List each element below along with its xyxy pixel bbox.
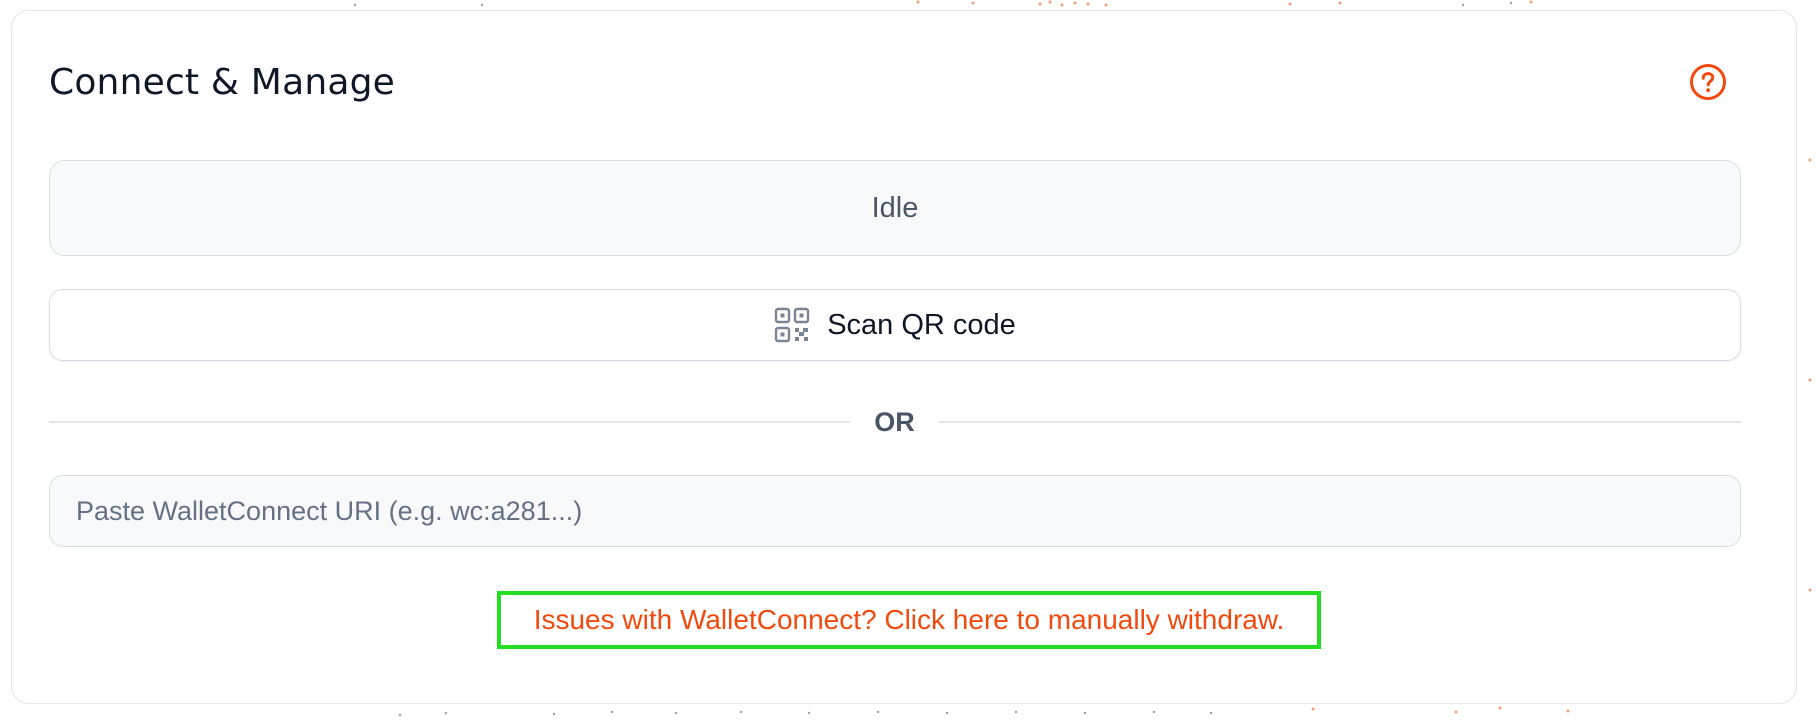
scan-qr-label: Scan QR code [827,308,1016,341]
walletconnect-uri-input[interactable] [49,475,1741,547]
qr-code-icon [774,307,810,343]
scan-qr-button[interactable]: Scan QR code [49,289,1741,361]
help-circle-icon [1690,64,1726,100]
divider-line-right [939,421,1741,423]
status-text: Idle [871,191,919,224]
connection-status: Idle [49,160,1741,256]
divider-line-left [49,421,850,423]
divider-text: OR [874,407,915,437]
or-divider: OR [49,405,1741,439]
help-button[interactable] [1689,63,1727,101]
manual-withdraw-link[interactable]: Issues with WalletConnect? Click here to… [497,591,1321,649]
card-title: Connect & Manage [49,62,396,103]
